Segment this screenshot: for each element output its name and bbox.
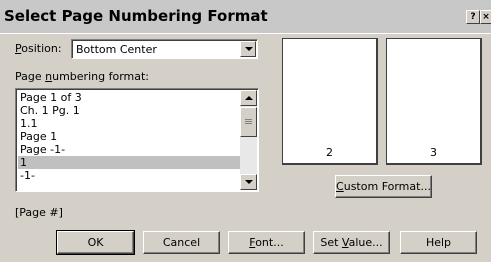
numbering-format-list[interactable]: Page 1 of 3 Ch. 1 Pg. 1 1.1 Page 1 Page -1- 1… — [15, 88, 259, 192]
font-button[interactable]: Font... — [228, 231, 305, 254]
list-item[interactable]: -1- — [18, 169, 240, 182]
right-page-preview: 3 — [386, 38, 482, 165]
arrow-down-icon — [245, 180, 253, 184]
position-dropdown-value: Bottom Center — [76, 43, 157, 56]
chevron-down-icon — [245, 47, 253, 51]
left-page-number: 2 — [326, 146, 333, 159]
custom-format-button[interactable]: Custom Format... — [335, 175, 432, 198]
left-page-preview: 2 — [282, 38, 378, 165]
title-separator — [0, 33, 491, 34]
set-value-button[interactable]: Set Value... — [313, 231, 390, 254]
list-item[interactable]: Page -1- — [18, 143, 240, 156]
grip-line — [245, 123, 252, 124]
grip-line — [245, 119, 252, 120]
scroll-thumb[interactable] — [240, 107, 257, 137]
position-label: Position: — [15, 42, 62, 55]
help-button[interactable]: Help — [400, 231, 477, 254]
scroll-down-button[interactable] — [240, 174, 257, 190]
numbering-format-label: Page numbering format: — [15, 70, 149, 83]
list-item[interactable]: 1 — [18, 156, 240, 169]
grip-line — [245, 121, 252, 122]
list-item[interactable]: Page 1 — [18, 130, 240, 143]
help-icon[interactable]: ? — [466, 10, 480, 24]
title-bar: Select Page Numbering Format ? × — [0, 0, 491, 33]
close-icon[interactable]: × — [480, 10, 491, 24]
arrow-up-icon — [245, 96, 253, 100]
vertical-scrollbar[interactable] — [240, 90, 257, 190]
dropdown-arrow-button[interactable] — [240, 41, 256, 57]
list-item[interactable]: Ch. 1 Pg. 1 — [18, 104, 240, 117]
list-item[interactable]: 1.1 — [18, 117, 240, 130]
position-dropdown[interactable]: Bottom Center — [71, 39, 258, 59]
cancel-button[interactable]: Cancel — [143, 231, 220, 254]
dialog-title: Select Page Numbering Format — [4, 7, 268, 25]
ok-button[interactable]: OK — [56, 230, 135, 255]
list-item[interactable]: Page 1 of 3 — [18, 91, 240, 104]
format-code-text: [Page #] — [15, 206, 63, 219]
format-list-items: Page 1 of 3 Ch. 1 Pg. 1 1.1 Page 1 Page -1- 1… — [18, 91, 240, 182]
right-page-number: 3 — [430, 146, 437, 159]
page-numbering-dialog: Select Page Numbering Format ? × Positio… — [0, 0, 491, 262]
scroll-up-button[interactable] — [240, 90, 257, 106]
